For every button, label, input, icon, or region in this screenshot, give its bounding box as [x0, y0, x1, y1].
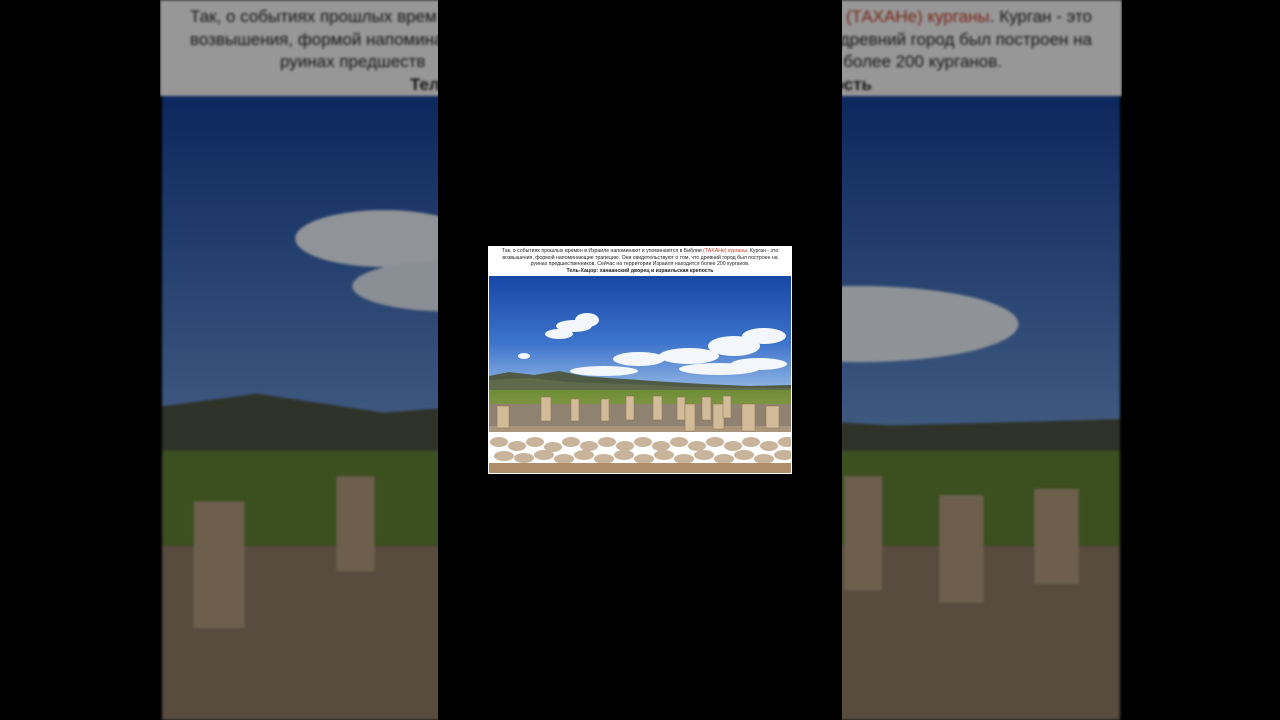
bg-line3-left: руинах предшеств — [280, 52, 426, 71]
slide-subtitle: Тель-Хацор: ханаанский дворец и израильс… — [566, 267, 714, 274]
bg-line1-right: . Курган - это — [989, 7, 1092, 26]
bg-line1-left: Так, о событиях прошлых врем — [190, 7, 437, 26]
caption-highlight: (ТАХАНе) курганы — [703, 248, 748, 254]
bg-line3-right: более 200 курганов. — [843, 52, 1002, 71]
stone-wall — [490, 437, 791, 464]
letterbox-right — [1122, 0, 1280, 720]
bg-line4-left: Тел — [410, 74, 440, 94]
slide-caption: Так, о событиях прошлых времен в Израиле… — [488, 246, 792, 276]
slide-card: Так, о событиях прошлых времен в Израиле… — [488, 246, 792, 474]
bg-line2-left: возвышения, формой напомина — [190, 29, 444, 49]
letterbox-left — [0, 0, 160, 720]
bg-highlight: (ТАХАНе) курганы — [845, 7, 990, 26]
caption-text-before: Так, о событиях прошлых времен в Израиле… — [501, 248, 704, 254]
slide-photo — [489, 276, 791, 473]
bg-line2-right: древний город был построен на — [839, 29, 1092, 49]
